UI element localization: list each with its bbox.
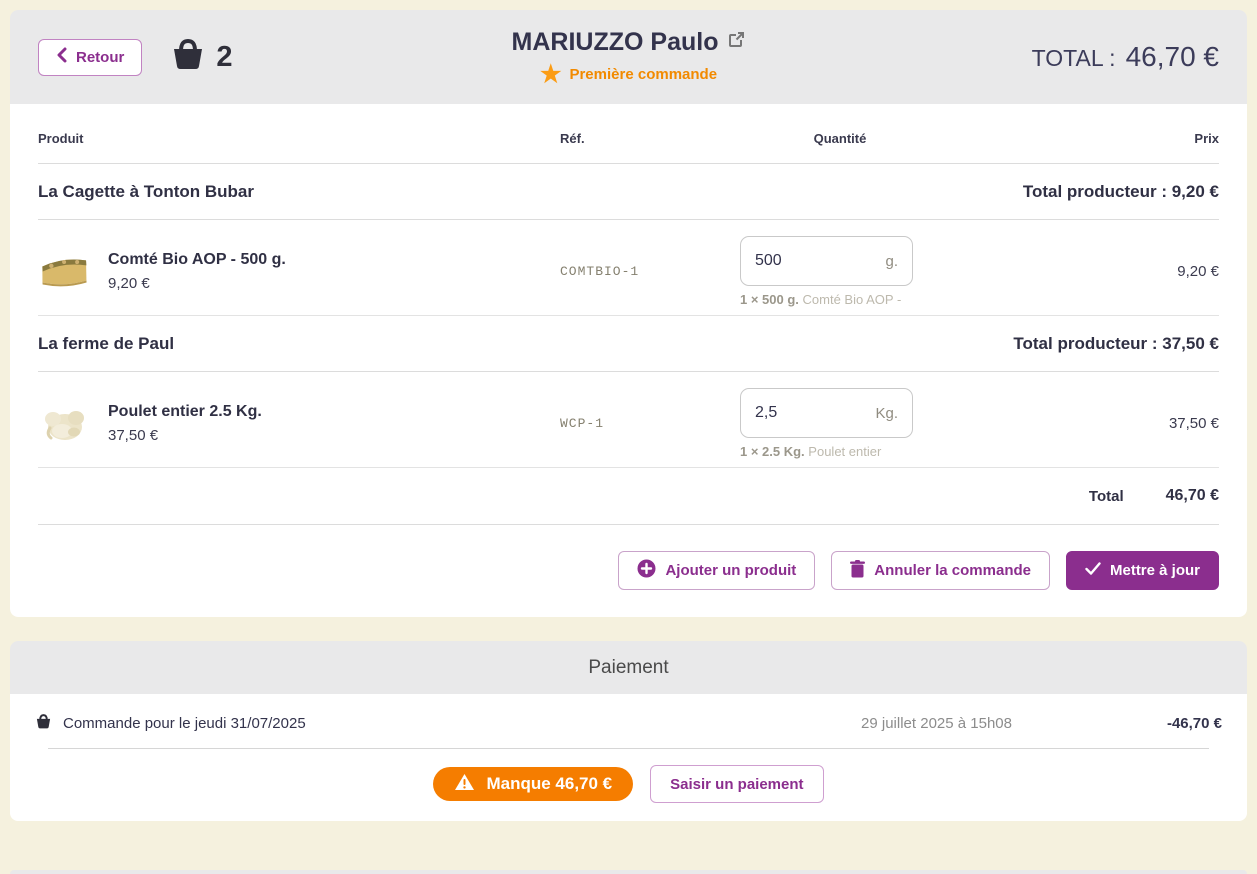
product-row: Poulet entier 2.5 Kg. 37,50 € WCP-1 Kg. … bbox=[38, 372, 1219, 468]
order-actions: Ajouter un produit Annuler la commande bbox=[38, 525, 1219, 617]
enter-payment-label: Saisir un paiement bbox=[670, 776, 803, 793]
line-total: 37,50 € bbox=[940, 415, 1219, 432]
order-header: Retour 2 MARIUZZO Paulo bbox=[10, 10, 1247, 104]
star-icon: ★ bbox=[540, 63, 562, 87]
product-text: Poulet entier 2.5 Kg. 37,50 € bbox=[108, 403, 262, 444]
quantity-unit: Kg. bbox=[875, 405, 898, 422]
order-header-left: Retour 2 bbox=[38, 39, 232, 76]
total-label: TOTAL : bbox=[1032, 45, 1116, 72]
quantity-input-box[interactable]: Kg. bbox=[740, 388, 913, 438]
missing-amount-badge: Manque 46,70 € bbox=[433, 767, 633, 801]
quantity-cell: g. 1 × 500 g. Comté Bio AOP - bbox=[740, 236, 940, 307]
trash-icon bbox=[850, 560, 865, 582]
next-section-edge bbox=[10, 870, 1247, 874]
product-ref: COMTBIO-1 bbox=[560, 264, 740, 279]
quantity-hint-strong: 1 × 2.5 Kg. bbox=[740, 444, 805, 459]
payment-actions: Manque 46,70 € Saisir un paiement bbox=[35, 749, 1222, 821]
external-link-icon[interactable] bbox=[728, 31, 745, 53]
total-value: 46,70 € bbox=[1126, 41, 1219, 73]
basket-small-icon bbox=[35, 714, 52, 733]
first-order-label: Première commande bbox=[569, 66, 717, 83]
update-label: Mettre à jour bbox=[1110, 562, 1200, 579]
column-header-price: Prix bbox=[940, 131, 1219, 146]
column-header-quantity: Quantité bbox=[740, 131, 940, 146]
add-product-label: Ajouter un produit bbox=[665, 562, 796, 579]
quantity-hint-light: Comté Bio AOP - bbox=[803, 292, 902, 307]
producer-total: Total producteur : 37,50 € bbox=[1013, 334, 1219, 354]
enter-payment-button[interactable]: Saisir un paiement bbox=[650, 765, 823, 803]
order-total-label: Total bbox=[1089, 488, 1124, 505]
quantity-input-box[interactable]: g. bbox=[740, 236, 913, 286]
check-icon bbox=[1085, 562, 1101, 579]
basket-count-group: 2 bbox=[170, 39, 232, 75]
product-name: Poulet entier 2.5 Kg. bbox=[108, 403, 262, 421]
customer-name: MARIUZZO Paulo bbox=[512, 28, 719, 57]
quantity-hint: 1 × 2.5 Kg. Poulet entier bbox=[740, 444, 940, 459]
column-header-ref: Réf. bbox=[560, 131, 740, 146]
customer-line: MARIUZZO Paulo bbox=[512, 28, 746, 57]
payment-date: 29 juillet 2025 à 15h08 bbox=[722, 715, 1012, 732]
payment-header: Paiement bbox=[10, 641, 1247, 694]
order-total-row: Total 46,70 € bbox=[38, 468, 1219, 525]
payment-order-line: Commande pour le jeudi 31/07/2025 bbox=[35, 714, 722, 733]
product-cell: Comté Bio AOP - 500 g. 9,20 € bbox=[38, 249, 560, 295]
quantity-input[interactable] bbox=[755, 252, 845, 270]
quantity-hint: 1 × 500 g. Comté Bio AOP - bbox=[740, 292, 940, 307]
payment-body: Commande pour le jeudi 31/07/2025 29 jui… bbox=[10, 694, 1247, 821]
back-button[interactable]: Retour bbox=[38, 39, 142, 76]
missing-amount-label: Manque 46,70 € bbox=[486, 774, 612, 794]
order-card: Retour 2 MARIUZZO Paulo bbox=[10, 10, 1247, 617]
order-total-header: TOTAL : 46,70 € bbox=[1032, 41, 1219, 73]
table-header-row: Produit Réf. Quantité Prix bbox=[38, 104, 1219, 164]
producer-header-row: La ferme de Paul Total producteur : 37,5… bbox=[38, 316, 1219, 372]
chevron-left-icon bbox=[56, 47, 67, 67]
warning-triangle-icon bbox=[454, 773, 475, 796]
payment-card: Paiement Commande pour le jeudi 31/07/20… bbox=[10, 641, 1247, 821]
product-unit-price: 9,20 € bbox=[108, 275, 286, 292]
product-text: Comté Bio AOP - 500 g. 9,20 € bbox=[108, 251, 286, 292]
product-image-comte bbox=[38, 249, 90, 295]
quantity-cell: Kg. 1 × 2.5 Kg. Poulet entier bbox=[740, 388, 940, 459]
line-total: 9,20 € bbox=[940, 263, 1219, 280]
quantity-hint-light: Poulet entier bbox=[808, 444, 881, 459]
quantity-unit: g. bbox=[885, 253, 898, 270]
page: Retour 2 MARIUZZO Paulo bbox=[0, 0, 1257, 821]
producer-header-row: La Cagette à Tonton Bubar Total producte… bbox=[38, 164, 1219, 220]
quantity-hint-strong: 1 × 500 g. bbox=[740, 292, 799, 307]
producer-name: La ferme de Paul bbox=[38, 334, 174, 354]
product-row: Comté Bio AOP - 500 g. 9,20 € COMTBIO-1 … bbox=[38, 220, 1219, 316]
payment-row: Commande pour le jeudi 31/07/2025 29 jui… bbox=[35, 694, 1222, 748]
product-ref: WCP-1 bbox=[560, 416, 740, 431]
order-total-value: 46,70 € bbox=[1166, 487, 1219, 505]
cancel-order-button[interactable]: Annuler la commande bbox=[831, 551, 1050, 590]
payment-title: Paiement bbox=[588, 657, 668, 679]
first-order-badge: ★ Première commande bbox=[540, 63, 717, 87]
producer-name: La Cagette à Tonton Bubar bbox=[38, 182, 254, 202]
payment-order-text: Commande pour le jeudi 31/07/2025 bbox=[63, 715, 306, 732]
plus-circle-icon bbox=[637, 559, 656, 582]
column-header-product: Produit bbox=[38, 131, 560, 146]
order-table: Produit Réf. Quantité Prix La Cagette à … bbox=[10, 104, 1247, 617]
cancel-order-label: Annuler la commande bbox=[874, 562, 1031, 579]
basket-icon bbox=[170, 39, 206, 75]
product-unit-price: 37,50 € bbox=[108, 427, 262, 444]
payment-amount: -46,70 € bbox=[1012, 715, 1222, 732]
quantity-input[interactable] bbox=[755, 404, 845, 422]
producer-total: Total producteur : 9,20 € bbox=[1023, 182, 1219, 202]
product-cell: Poulet entier 2.5 Kg. 37,50 € bbox=[38, 401, 560, 447]
basket-count: 2 bbox=[216, 41, 232, 74]
product-image-poulet bbox=[38, 401, 90, 447]
back-button-label: Retour bbox=[76, 49, 124, 66]
product-name: Comté Bio AOP - 500 g. bbox=[108, 251, 286, 269]
add-product-button[interactable]: Ajouter un produit bbox=[618, 551, 815, 590]
update-button[interactable]: Mettre à jour bbox=[1066, 551, 1219, 590]
